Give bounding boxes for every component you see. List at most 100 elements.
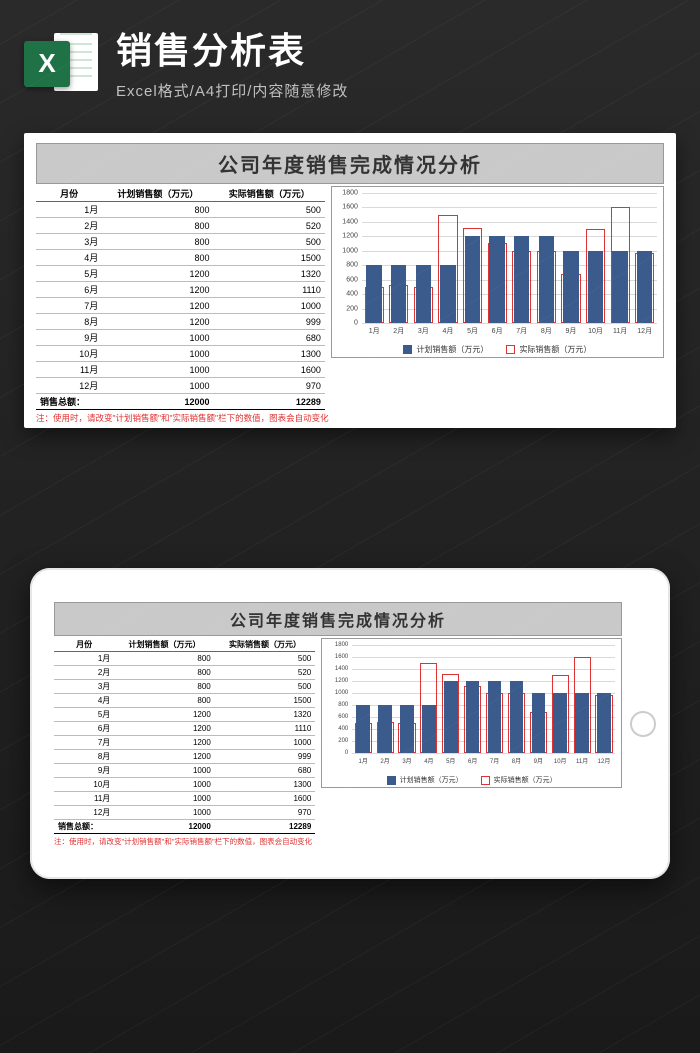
legend-swatch-plan-icon: [403, 345, 412, 354]
bar-plan: [597, 693, 611, 753]
cell-actual: 1300: [214, 346, 325, 362]
bar-plan: [588, 251, 603, 323]
cell-month: 6月: [36, 282, 102, 298]
y-tick: 200: [334, 305, 358, 312]
bar-plan: [575, 693, 589, 753]
table-row: 2月800520: [54, 666, 315, 680]
x-tick: 10月: [588, 326, 603, 336]
cell-plan: 1000: [114, 778, 214, 792]
cell-actual: 500: [214, 234, 325, 250]
x-tick: 7月: [490, 756, 499, 765]
table-row: 4月8001500: [54, 694, 315, 708]
bar-group: 12月: [635, 193, 654, 323]
usage-note: 注：使用时，请改变"计划销售额"和"实际销售额"栏下的数值，图表会自动变化: [54, 836, 622, 847]
legend-swatch-actual-icon: [506, 345, 515, 354]
table-header-row: 月份 计划销售额（万元） 实际销售额（万元）: [36, 186, 325, 202]
cell-actual: 520: [215, 666, 316, 680]
table-row: 7月12001000: [54, 736, 315, 750]
cell-month: 9月: [54, 764, 114, 778]
y-tick: 1600: [334, 204, 358, 211]
cell-month: 1月: [54, 652, 114, 666]
cell-actual: 1000: [215, 736, 316, 750]
cell-plan: 1000: [102, 362, 213, 378]
cell-month: 10月: [36, 346, 102, 362]
cell-plan: 1000: [102, 330, 213, 346]
cell-actual: 680: [214, 330, 325, 346]
bar-group: 3月: [414, 193, 433, 323]
cell-actual: 999: [214, 314, 325, 330]
x-tick: 9月: [534, 756, 543, 765]
cell-month: 7月: [36, 298, 102, 314]
table-row: 5月12001320: [54, 708, 315, 722]
x-tick: 11月: [613, 326, 627, 336]
bar-plan: [510, 681, 524, 753]
bar-group: 9月: [530, 645, 547, 753]
bar-plan: [356, 705, 370, 753]
total-actual: 12289: [214, 394, 325, 410]
cell-month: 7月: [54, 736, 114, 750]
chart-legend: 计划销售额（万元） 实际销售额（万元）: [332, 344, 663, 355]
col-actual: 实际销售额（万元）: [214, 186, 325, 202]
bar-group: 7月: [486, 645, 503, 753]
table-row: 11月10001600: [36, 362, 325, 378]
table-row: 1月800500: [54, 652, 315, 666]
cell-plan: 800: [114, 680, 214, 694]
y-tick: 1200: [334, 233, 358, 240]
x-tick: 8月: [541, 326, 552, 336]
cell-month: 3月: [36, 234, 102, 250]
cell-plan: 1200: [114, 708, 214, 722]
bar-group: 3月: [398, 645, 415, 753]
cell-month: 5月: [54, 708, 114, 722]
table-row: 6月12001110: [54, 722, 315, 736]
bar-group: 5月: [442, 645, 459, 753]
cell-actual: 1000: [214, 298, 325, 314]
bar-group: 11月: [611, 193, 630, 323]
cell-actual: 680: [215, 764, 316, 778]
y-tick: 200: [324, 738, 348, 744]
bar-plan: [539, 236, 554, 323]
cell-plan: 800: [102, 250, 213, 266]
cell-plan: 800: [114, 666, 214, 680]
y-tick: 1800: [324, 642, 348, 648]
cell-actual: 1110: [214, 282, 325, 298]
col-plan: 计划销售额（万元）: [102, 186, 213, 202]
table-row: 4月8001500: [36, 250, 325, 266]
y-tick: 1400: [324, 666, 348, 672]
x-tick: 6月: [492, 326, 503, 336]
table-row: 6月12001110: [36, 282, 325, 298]
cell-month: 5月: [36, 266, 102, 282]
x-tick: 3月: [402, 756, 411, 765]
bar-plan: [444, 681, 458, 753]
x-tick: 11月: [576, 756, 588, 765]
table-row: 11月10001600: [54, 792, 315, 806]
table-row: 10月10001300: [54, 778, 315, 792]
bar-plan: [489, 236, 504, 323]
bar-plan: [532, 693, 546, 753]
x-tick: 3月: [418, 326, 429, 336]
y-tick: 1200: [324, 678, 348, 684]
bar-plan: [553, 693, 567, 753]
cell-actual: 999: [215, 750, 316, 764]
x-tick: 2月: [380, 756, 389, 765]
sales-table: 月份 计划销售额（万元） 实际销售额（万元） 1月8005002月8005203…: [36, 186, 325, 410]
cell-plan: 1200: [102, 298, 213, 314]
y-tick: 1400: [334, 218, 358, 225]
bar-group: 7月: [512, 193, 531, 323]
x-tick: 1月: [369, 326, 380, 336]
page-subtitle: Excel格式/A4打印/内容随意修改: [116, 80, 348, 101]
y-tick: 0: [334, 320, 358, 327]
y-tick: 1600: [324, 654, 348, 660]
legend-plan-label: 计划销售额（万元）: [416, 344, 488, 355]
table-row: 8月1200999: [36, 314, 325, 330]
x-tick: 7月: [516, 326, 527, 336]
x-tick: 10月: [554, 756, 567, 765]
sales-chart: 0200400600800100012001400160018001月2月3月4…: [331, 186, 664, 358]
x-tick: 2月: [393, 326, 404, 336]
cell-month: 2月: [36, 218, 102, 234]
sales-chart: 0200400600800100012001400160018001月2月3月4…: [321, 638, 622, 788]
bar-plan: [488, 681, 502, 753]
total-label: 销售总额：: [36, 394, 102, 410]
bar-group: 10月: [586, 193, 605, 323]
legend-swatch-actual-icon: [481, 776, 490, 785]
y-tick: 400: [324, 726, 348, 732]
